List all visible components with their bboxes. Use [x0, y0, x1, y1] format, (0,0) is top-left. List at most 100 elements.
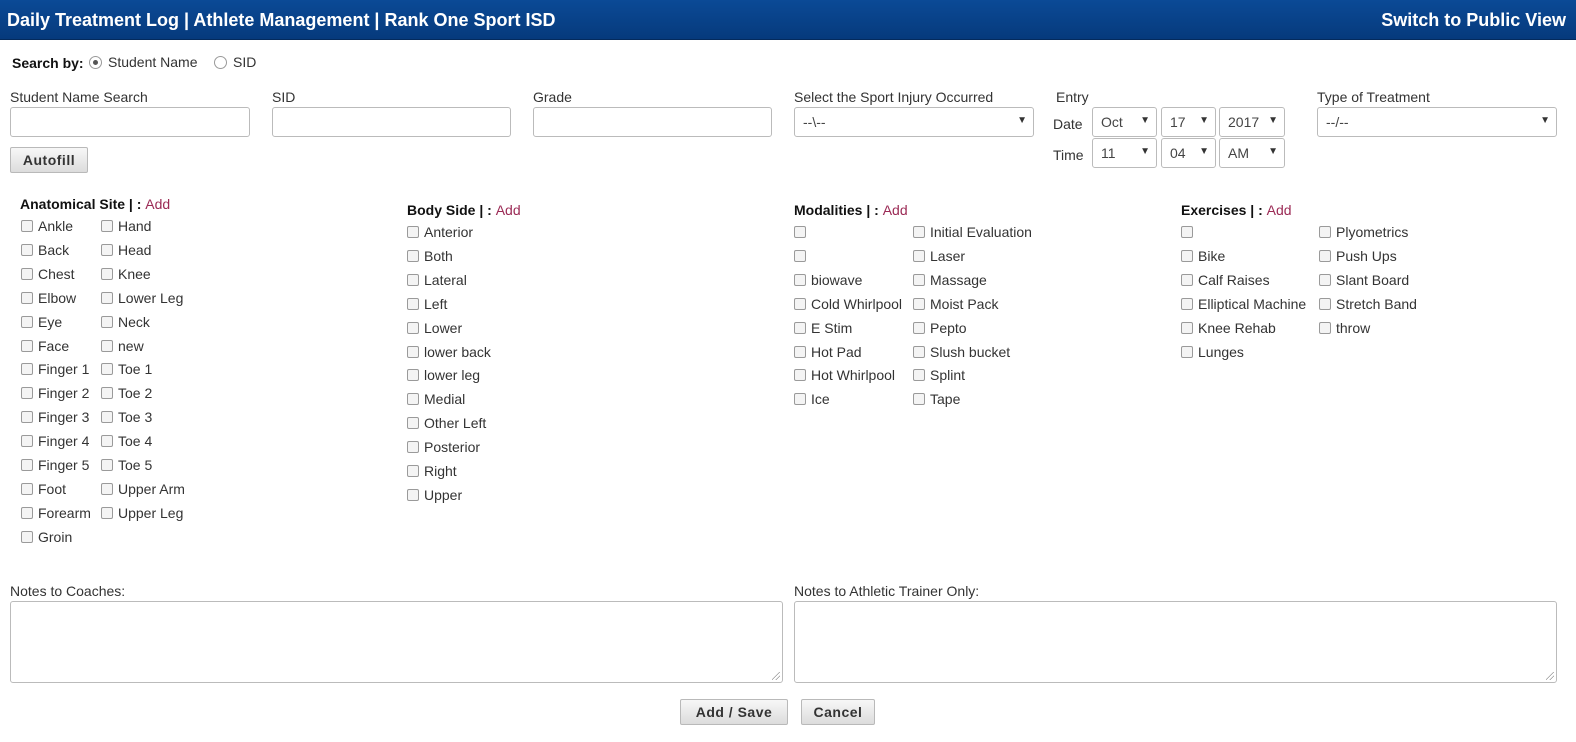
exercises-option[interactable]	[1181, 224, 1198, 242]
checkbox-icon[interactable]	[794, 346, 806, 358]
anatomical-option[interactable]: Foot	[21, 481, 66, 499]
checkbox-icon[interactable]	[21, 316, 33, 328]
checkbox-icon[interactable]	[21, 507, 33, 519]
anatomical-option[interactable]: Ankle	[21, 218, 73, 236]
modalities-option[interactable]	[794, 248, 811, 266]
anatomical-option[interactable]: Toe 4	[101, 433, 152, 451]
body-side-option[interactable]: Lateral	[407, 272, 467, 290]
checkbox-icon[interactable]	[101, 411, 113, 423]
anatomical-option[interactable]: Upper Leg	[101, 505, 183, 523]
anatomical-option[interactable]: Toe 1	[101, 361, 152, 379]
notes-trainer-textarea[interactable]	[794, 601, 1557, 683]
checkbox-icon[interactable]	[21, 531, 33, 543]
checkbox-icon[interactable]	[1319, 226, 1331, 238]
anatomical-site-add-link[interactable]: Add	[145, 196, 170, 212]
radio-unselected-icon[interactable]	[214, 56, 227, 69]
anatomical-option[interactable]: Finger 4	[21, 433, 89, 451]
exercises-option[interactable]: Calf Raises	[1181, 272, 1270, 290]
anatomical-option[interactable]: Lower Leg	[101, 290, 183, 308]
treatment-type-select[interactable]: --/-- ▼	[1317, 107, 1557, 137]
checkbox-icon[interactable]	[21, 459, 33, 471]
checkbox-icon[interactable]	[1181, 346, 1193, 358]
anatomical-option[interactable]: Head	[101, 242, 151, 260]
body-side-option[interactable]: Medial	[407, 391, 465, 409]
checkbox-icon[interactable]	[913, 274, 925, 286]
anatomical-option[interactable]: Upper Arm	[101, 481, 185, 499]
anatomical-option[interactable]: Elbow	[21, 290, 76, 308]
checkbox-icon[interactable]	[1181, 322, 1193, 334]
checkbox-icon[interactable]	[794, 274, 806, 286]
checkbox-icon[interactable]	[101, 292, 113, 304]
checkbox-icon[interactable]	[407, 298, 419, 310]
anatomical-option[interactable]: Finger 1	[21, 361, 89, 379]
checkbox-icon[interactable]	[1181, 298, 1193, 310]
checkbox-icon[interactable]	[1319, 250, 1331, 262]
sport-select[interactable]: --\-- ▼	[794, 107, 1034, 137]
exercises-option[interactable]: throw	[1319, 320, 1370, 338]
modalities-option[interactable]: Moist Pack	[913, 296, 998, 314]
modalities-option[interactable]: Initial Evaluation	[913, 224, 1032, 242]
checkbox-icon[interactable]	[407, 441, 419, 453]
time-ampm-select[interactable]: AM ▼	[1219, 138, 1285, 168]
checkbox-icon[interactable]	[21, 340, 33, 352]
checkbox-icon[interactable]	[101, 483, 113, 495]
anatomical-option[interactable]: Toe 5	[101, 457, 152, 475]
anatomical-option[interactable]: Toe 2	[101, 385, 152, 403]
checkbox-icon[interactable]	[101, 340, 113, 352]
exercises-option[interactable]: Lunges	[1181, 344, 1244, 362]
cancel-button[interactable]: Cancel	[801, 699, 875, 725]
checkbox-icon[interactable]	[101, 507, 113, 519]
checkbox-icon[interactable]	[407, 417, 419, 429]
radio-sid[interactable]: SID	[214, 54, 256, 70]
date-month-select[interactable]: Oct ▼	[1092, 107, 1157, 137]
checkbox-icon[interactable]	[21, 268, 33, 280]
body-side-option[interactable]: lower leg	[407, 367, 480, 385]
checkbox-icon[interactable]	[1319, 274, 1331, 286]
checkbox-icon[interactable]	[913, 346, 925, 358]
modalities-option[interactable]: Pepto	[913, 320, 967, 338]
modalities-option[interactable]: Slush bucket	[913, 344, 1010, 362]
time-minute-select[interactable]: 04 ▼	[1161, 138, 1216, 168]
body-side-add-link[interactable]: Add	[496, 202, 521, 218]
checkbox-icon[interactable]	[101, 435, 113, 447]
checkbox-icon[interactable]	[794, 322, 806, 334]
checkbox-icon[interactable]	[21, 244, 33, 256]
checkbox-icon[interactable]	[21, 387, 33, 399]
add-save-button[interactable]: Add / Save	[680, 699, 788, 725]
modalities-option[interactable]: biowave	[794, 272, 862, 290]
date-day-select[interactable]: 17 ▼	[1161, 107, 1216, 137]
resize-handle-icon[interactable]	[1546, 672, 1554, 680]
checkbox-icon[interactable]	[913, 393, 925, 405]
anatomical-option[interactable]: Toe 3	[101, 409, 152, 427]
body-side-option[interactable]: Upper	[407, 487, 462, 505]
checkbox-icon[interactable]	[101, 363, 113, 375]
notes-coaches-textarea[interactable]	[10, 601, 783, 683]
checkbox-icon[interactable]	[21, 483, 33, 495]
switch-public-view-link[interactable]: Switch to Public View	[1381, 10, 1566, 31]
checkbox-icon[interactable]	[794, 226, 806, 238]
anatomical-option[interactable]: Neck	[101, 314, 150, 332]
anatomical-option[interactable]: Forearm	[21, 505, 91, 523]
body-side-option[interactable]: Left	[407, 296, 447, 314]
time-hour-select[interactable]: 11 ▼	[1092, 138, 1157, 168]
date-year-select[interactable]: 2017 ▼	[1219, 107, 1285, 137]
anatomical-option[interactable]: Finger 5	[21, 457, 89, 475]
checkbox-icon[interactable]	[913, 369, 925, 381]
checkbox-icon[interactable]	[101, 268, 113, 280]
checkbox-icon[interactable]	[407, 322, 419, 334]
checkbox-icon[interactable]	[1319, 298, 1331, 310]
modalities-option[interactable]: Laser	[913, 248, 965, 266]
radio-selected-icon[interactable]	[89, 56, 102, 69]
modalities-option[interactable]: Hot Pad	[794, 344, 862, 362]
modalities-option[interactable]: Massage	[913, 272, 987, 290]
body-side-option[interactable]: Lower	[407, 320, 462, 338]
checkbox-icon[interactable]	[101, 316, 113, 328]
modalities-option[interactable]: Ice	[794, 391, 830, 409]
exercises-add-link[interactable]: Add	[1267, 202, 1292, 218]
checkbox-icon[interactable]	[101, 244, 113, 256]
anatomical-option[interactable]: Finger 3	[21, 409, 89, 427]
checkbox-icon[interactable]	[913, 250, 925, 262]
checkbox-icon[interactable]	[21, 292, 33, 304]
checkbox-icon[interactable]	[407, 346, 419, 358]
modalities-option[interactable]: Splint	[913, 367, 965, 385]
